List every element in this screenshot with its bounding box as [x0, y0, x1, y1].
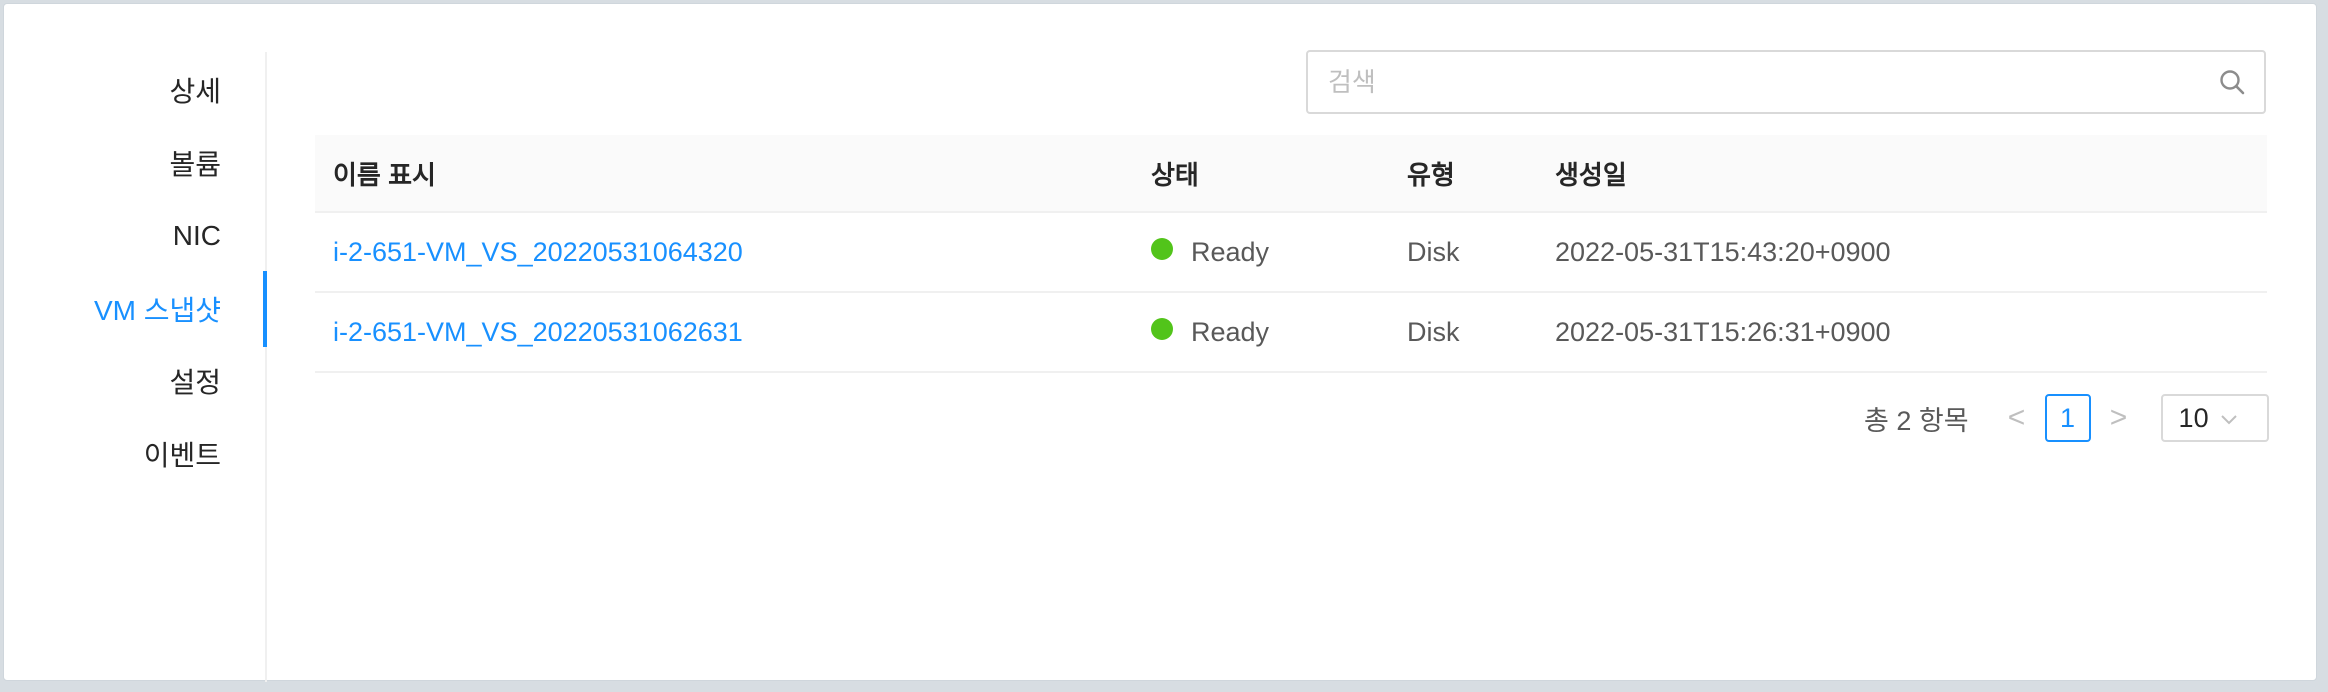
status-text: Ready: [1191, 236, 1270, 267]
search-input[interactable]: [1308, 52, 2200, 112]
snapshot-name-link[interactable]: i-2-651-VM_VS_20220531064320: [315, 237, 1151, 268]
status-dot-icon: [1151, 318, 1173, 340]
prev-page-button[interactable]: <: [1997, 401, 2037, 435]
table-header: 이름 표시 상태 유형 생성일: [315, 135, 2267, 213]
type-cell: Disk: [1407, 236, 1460, 267]
header-name: 이름 표시: [333, 159, 436, 190]
header-type: 유형: [1407, 159, 1455, 190]
tab-events[interactable]: 이벤트: [2, 416, 265, 492]
header-created: 생성일: [1555, 159, 1627, 190]
page-size-select[interactable]: 10: [2160, 394, 2269, 442]
chevron-down-icon: [2219, 403, 2239, 434]
created-cell: 2022-05-31T15:26:31+0900: [1555, 316, 1891, 347]
status-cell: Ready: [1151, 237, 1407, 268]
table-row: i-2-651-VM_VS_20220531064320 Ready Disk …: [315, 213, 2267, 293]
tab-volume[interactable]: 볼륨: [2, 125, 265, 201]
table-row: i-2-651-VM_VS_20220531062631 Ready Disk …: [315, 293, 2267, 373]
snapshot-name-link[interactable]: i-2-651-VM_VS_20220531062631: [315, 317, 1151, 348]
next-page-button[interactable]: >: [2099, 401, 2139, 435]
created-cell: 2022-05-31T15:43:20+0900: [1555, 236, 1891, 267]
tab-detail[interactable]: 상세: [2, 52, 265, 128]
tab-vm-snapshot[interactable]: VM 스냅샷: [2, 271, 267, 347]
total-count: 총 2 항목: [1864, 405, 1969, 436]
page-size-value: 10: [2178, 402, 2209, 433]
vm-detail-panel: 상세 볼륨 NIC VM 스냅샷 설정 이벤트 이름 표시 상태 유형 생성일 …: [3, 3, 2317, 682]
pagination: 총 2 항목 < 1 > 10: [1864, 394, 2269, 442]
status-text: Ready: [1191, 316, 1270, 347]
status-dot-icon: [1151, 238, 1173, 260]
search-icon[interactable]: [2200, 52, 2264, 112]
status-cell: Ready: [1151, 317, 1407, 348]
page-button-1[interactable]: 1: [2044, 394, 2091, 442]
type-cell: Disk: [1407, 316, 1460, 347]
snapshot-table: 이름 표시 상태 유형 생성일 i-2-651-VM_VS_2022053106…: [315, 135, 2267, 373]
tab-settings[interactable]: 설정: [2, 343, 265, 419]
detail-tabs: 상세 볼륨 NIC VM 스냅샷 설정 이벤트: [4, 52, 267, 682]
header-status: 상태: [1151, 159, 1199, 190]
search-box: [1306, 50, 2266, 114]
tab-nic[interactable]: NIC: [2, 198, 265, 274]
